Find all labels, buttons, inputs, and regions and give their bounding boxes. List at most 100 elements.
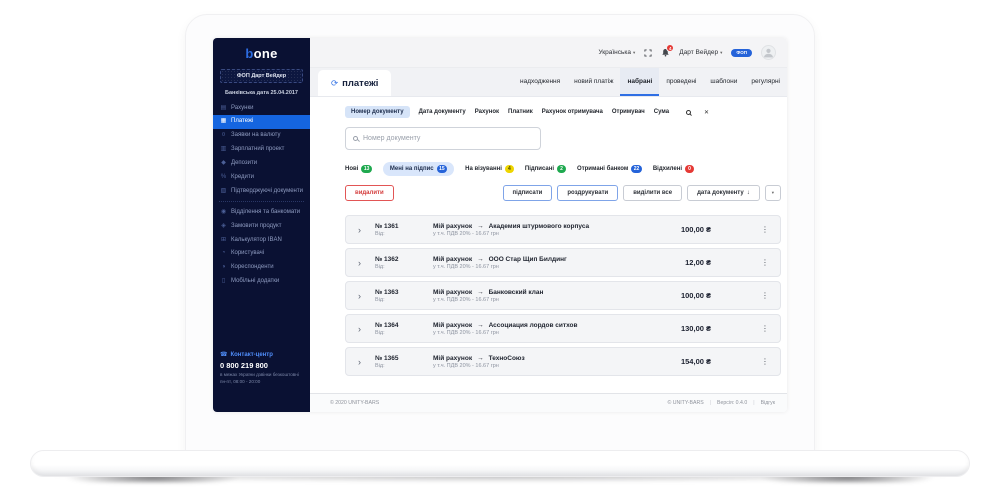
sidebar-item-label: Депозити: [231, 160, 257, 167]
sidebar-item[interactable]: ▧ Підтверджуючі документи: [213, 184, 310, 198]
filter-chip-label: Сума: [654, 109, 669, 115]
vat-note: у т.ч. ПДВ 20% - 16.67 грн: [433, 297, 681, 303]
user-menu[interactable]: Дарт Вейдер ▾: [679, 49, 722, 56]
filter-chip[interactable]: Отримувач: [612, 106, 645, 118]
sidebar-item[interactable]: % Кредити: [213, 170, 310, 184]
status-chip[interactable]: Отримані банком 22: [577, 162, 642, 176]
sidebar-item[interactable]: ◑ Кореспонденти: [213, 261, 310, 275]
search-icon[interactable]: [686, 110, 691, 115]
sidebar-item-label: Кореспонденти: [231, 264, 274, 271]
sidebar-item[interactable]: ◔ Користувачі: [213, 247, 310, 261]
payment-row[interactable]: › № 1361 Від: Мій рахунок → Академия шту…: [345, 215, 781, 244]
search-icon: [353, 136, 358, 141]
kebab-menu-icon[interactable]: ⋮: [761, 324, 769, 333]
sidebar-item[interactable]: ▦ Платежі: [213, 115, 310, 129]
documents-icon: ▧: [220, 188, 227, 195]
status-label: Відхилені: [653, 166, 682, 172]
search-input[interactable]: [363, 135, 533, 142]
payment-row[interactable]: › № 1364 Від: Мій рахунок → Ассоциация л…: [345, 314, 781, 343]
section-tab[interactable]: шаблони: [703, 68, 744, 96]
filter-chip[interactable]: Дата документу: [419, 106, 466, 118]
filter-chip[interactable]: Платник: [508, 106, 533, 118]
sync-icon[interactable]: ⟳: [331, 78, 338, 89]
document-number: № 1362: [375, 256, 433, 263]
status-label: Отримані банком: [577, 166, 628, 172]
fullscreen-icon[interactable]: [644, 49, 652, 57]
status-chip[interactable]: На візуванні 4: [465, 162, 514, 176]
contact-center-link[interactable]: ☎ Контакт-центр: [220, 351, 303, 358]
sidebar-item[interactable]: ⊞ Калькулятор IBAN: [213, 233, 310, 247]
payment-row[interactable]: › № 1362 Від: Мій рахунок → ООО Стар Щип…: [345, 248, 781, 277]
tab-label: набрані: [627, 78, 652, 85]
close-icon[interactable]: ✕: [704, 109, 709, 116]
sign-button[interactable]: підписати: [503, 185, 553, 201]
feedback-link[interactable]: Відгук: [761, 400, 775, 406]
document-number: № 1361: [375, 223, 433, 230]
from-label: Від:: [375, 297, 433, 303]
sidebar-item[interactable]: ¤ Заявки на валюту: [213, 129, 310, 143]
kebab-menu-icon[interactable]: ⋮: [761, 225, 769, 234]
header-tabs-row: ⟳ платежі надходження новий платіж набра…: [310, 68, 787, 97]
sidebar-item[interactable]: ◆ Депозити: [213, 157, 310, 171]
vat-note: у т.ч. ПДВ 20% - 16.67 грн: [433, 363, 681, 369]
payment-row[interactable]: › № 1363 Від: Мій рахунок → Банковский к…: [345, 281, 781, 310]
sort-options-button[interactable]: ▾: [765, 185, 781, 201]
sidebar-item-label: Калькулятор IBAN: [231, 237, 282, 244]
section-tab[interactable]: набрані: [620, 68, 659, 96]
status-count-badge: 22: [631, 165, 642, 173]
kebab-menu-icon[interactable]: ⋮: [761, 357, 769, 366]
section-tab[interactable]: проведені: [659, 68, 703, 96]
select-all-button[interactable]: виділити все: [623, 185, 682, 201]
sidebar-item[interactable]: ▯ Мобільні додатки: [213, 275, 310, 289]
filter-chip-label: Дата документу: [419, 109, 466, 115]
chevron-right-icon[interactable]: ›: [358, 357, 361, 367]
sidebar-item[interactable]: ▥ Зарплатний проект: [213, 143, 310, 157]
filter-chip[interactable]: Рахунок отримувача: [542, 106, 603, 118]
section-tab[interactable]: регулярні: [744, 68, 787, 96]
status-chip[interactable]: Нові 13: [345, 162, 372, 176]
filter-chip[interactable]: Номер документу: [345, 106, 410, 118]
document-number-cell: № 1365 Від:: [375, 355, 433, 369]
status-chip[interactable]: Мені на підпис 15: [383, 162, 454, 176]
status-chip[interactable]: Відхилені 0: [653, 162, 694, 176]
bone-logo: bone: [213, 38, 310, 66]
status-chip[interactable]: Підписані 2: [525, 162, 566, 176]
company-name: ФОП Дарт Вейдер: [220, 69, 303, 83]
delete-button[interactable]: видалити: [345, 185, 394, 201]
section-tabs: надходження новий платіж набрані проведе…: [513, 68, 787, 96]
filter-chip[interactable]: Рахунок: [475, 106, 499, 118]
app-window: bone ФОП Дарт Вейдер Банківська дата 25.…: [213, 38, 787, 412]
chevron-right-icon[interactable]: ›: [358, 291, 361, 301]
filter-chip-label: Рахунок отримувача: [542, 109, 603, 115]
filter-chip[interactable]: Сума: [654, 106, 669, 118]
filter-chip-label: Платник: [508, 109, 533, 115]
kebab-menu-icon[interactable]: ⋮: [761, 291, 769, 300]
from-label: Від:: [375, 264, 433, 270]
status-label: Нові: [345, 166, 358, 172]
language-selector[interactable]: Українська ▾: [598, 49, 635, 56]
payment-row[interactable]: › № 1365 Від: Мій рахунок → ТехноСоюз у …: [345, 347, 781, 376]
order-product-icon: ◈: [220, 223, 227, 230]
sidebar-item[interactable]: ◈ Замовити продукт: [213, 219, 310, 233]
chevron-right-icon[interactable]: ›: [358, 225, 361, 235]
avatar[interactable]: [761, 45, 776, 60]
from-label: Від:: [375, 231, 433, 237]
sidebar-item-label: Мобільні додатки: [231, 278, 279, 285]
chevron-right-icon[interactable]: ›: [358, 324, 361, 334]
kebab-menu-icon[interactable]: ⋮: [761, 258, 769, 267]
payments-list: › № 1361 Від: Мій рахунок → Академия шту…: [345, 215, 781, 376]
sidebar-item[interactable]: ◉ Відділення та банкомати: [213, 205, 310, 219]
chevron-right-icon[interactable]: ›: [358, 258, 361, 268]
notifications-bell[interactable]: 4: [661, 48, 670, 57]
app-footer: © 2020 UNITY-BARS © UNITY-BARS | Версія:…: [310, 393, 787, 412]
sidebar-item[interactable]: ▤ Рахунки: [213, 101, 310, 115]
delete-button-label: видалити: [355, 190, 384, 196]
sort-button[interactable]: дата документу ↓: [687, 185, 760, 201]
notification-count-badge: 4: [666, 44, 674, 52]
section-tab[interactable]: новий платіж: [567, 68, 620, 96]
print-button[interactable]: роздрукувати: [557, 185, 618, 201]
arrow-down-icon: ↓: [747, 190, 750, 196]
recipient-name: Ассоциация лордов ситхов: [489, 322, 578, 329]
logo-b: b: [245, 46, 253, 61]
section-tab[interactable]: надходження: [513, 68, 567, 96]
